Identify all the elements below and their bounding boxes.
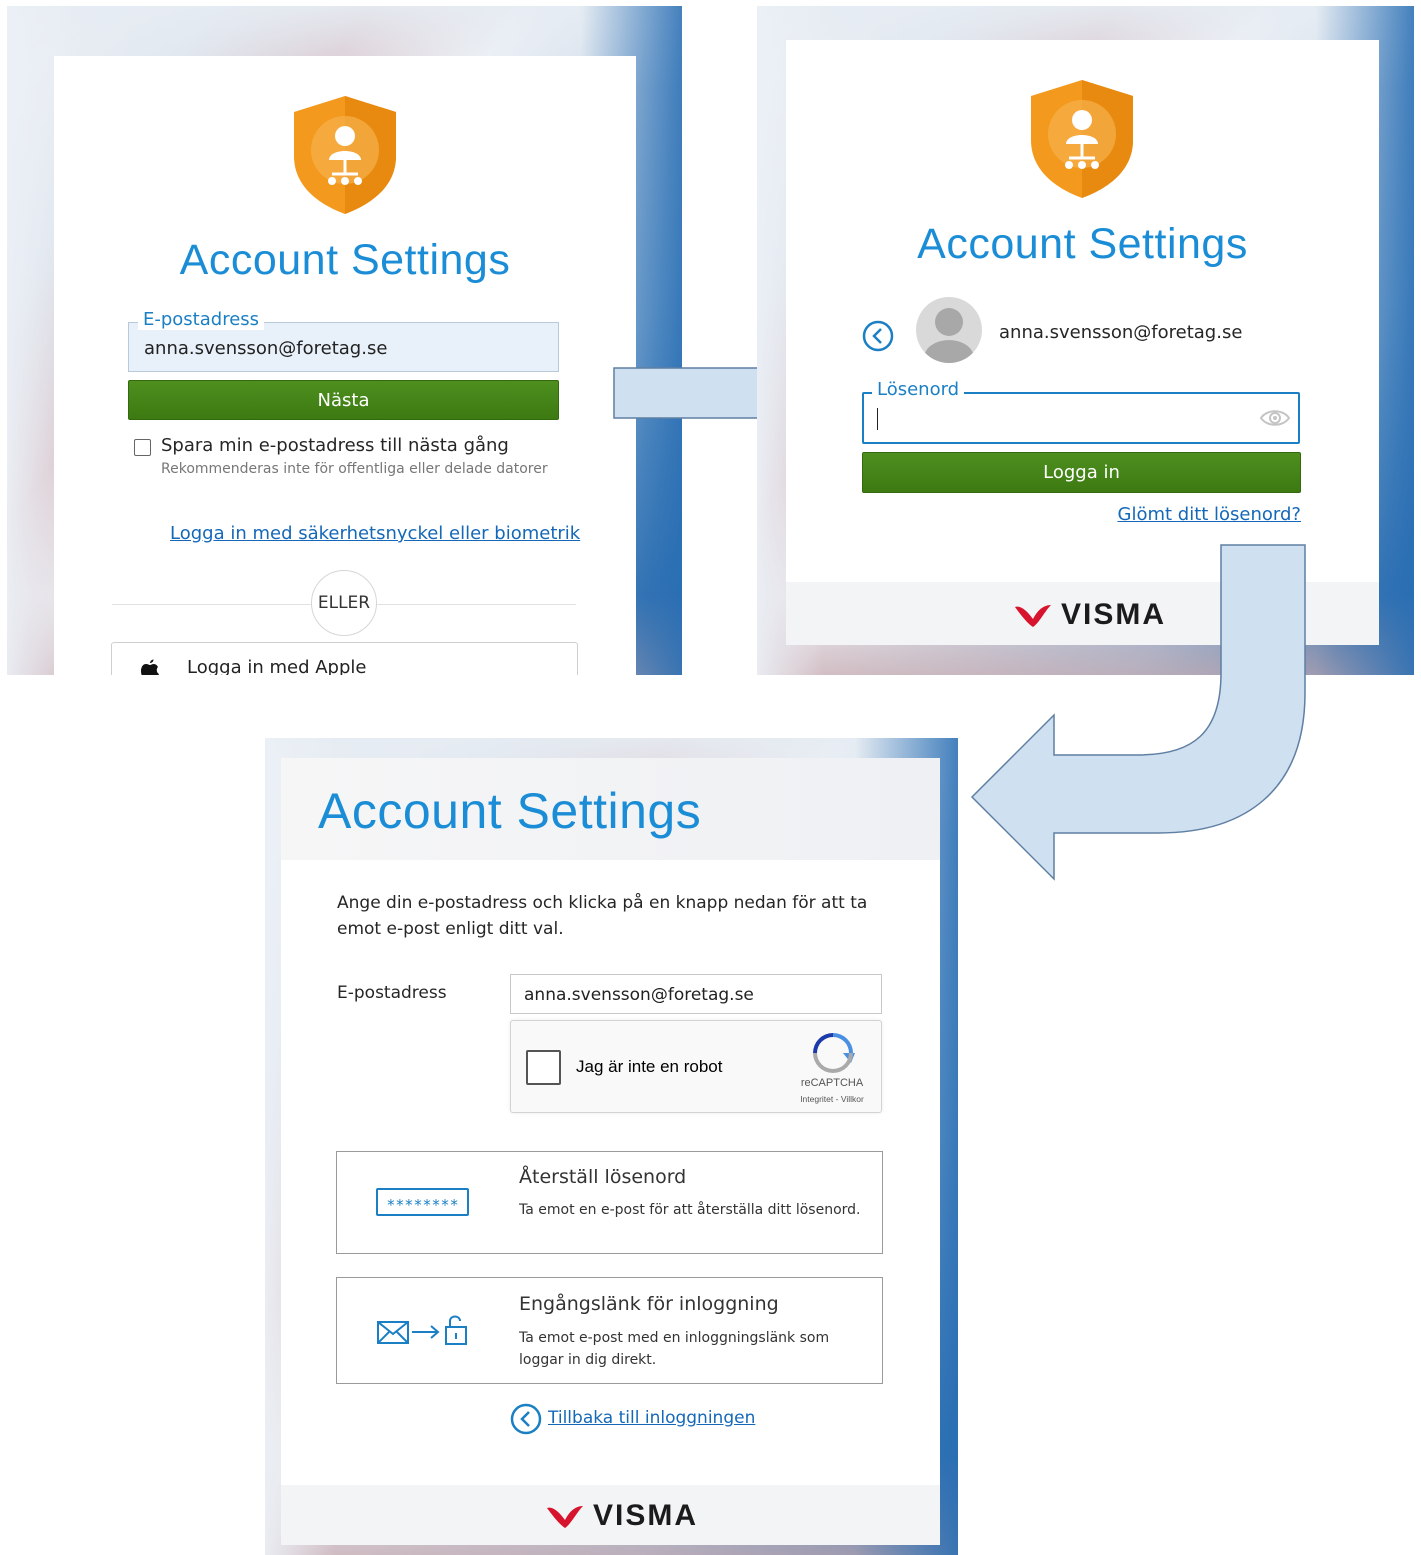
remember-checkbox[interactable] <box>134 439 151 456</box>
email-input-value: anna.svensson@foretag.se <box>524 985 754 1005</box>
recaptcha-label: Jag är inte en robot <box>576 1057 723 1076</box>
shield-user-icon <box>294 96 396 214</box>
shield-user-icon <box>1031 80 1133 198</box>
page-title: Account Settings <box>318 783 702 839</box>
user-email: anna.svensson@foretag.se <box>999 322 1243 343</box>
recaptcha-checkbox[interactable] <box>526 1050 561 1085</box>
email-label: E-postadress <box>337 983 447 1003</box>
login-button[interactable]: Logga in <box>862 452 1301 493</box>
recaptcha-widget: Jag är inte en robot reCAPTCHA Integrite… <box>510 1020 882 1113</box>
page-title: Account Settings <box>917 220 1248 268</box>
email-field[interactable]: anna.svensson@foretag.se <box>144 338 387 359</box>
page-title: Account Settings <box>179 236 511 284</box>
panel3-recovery-card: Account Settings Ange din e-postadress o… <box>281 758 940 1545</box>
text-cursor <box>877 408 878 430</box>
security-key-link[interactable]: Logga in med säkerhetsnyckel eller biome… <box>170 523 580 544</box>
next-button[interactable]: Nästa <box>128 380 559 420</box>
footer-band: VISMA <box>281 1485 940 1545</box>
password-field-icon: ******** <box>376 1188 469 1216</box>
flow-arrow-curved-icon <box>970 544 1306 881</box>
forgot-password-link[interactable]: Glömt ditt lösenord? <box>1118 504 1302 525</box>
email-legend: E-postadress <box>138 309 265 330</box>
magic-link-option[interactable]: Engångslänk för inloggning Ta emot e-pos… <box>336 1277 883 1384</box>
remember-label[interactable]: Spara min e-postadress till nästa gång <box>161 435 509 456</box>
apple-icon <box>141 659 159 675</box>
visma-logo-icon <box>547 1506 583 1528</box>
password-mask-text: ******** <box>386 1195 459 1214</box>
intro-text: Ange din e-postadress och klicka på en k… <box>337 893 868 939</box>
eye-icon[interactable] <box>1259 408 1291 428</box>
reset-password-option[interactable]: ******** Återställ lösenord Ta emot en e… <box>336 1151 883 1254</box>
password-legend: Lösenord <box>872 380 965 400</box>
back-to-login-link[interactable]: Tillbaka till inloggningen <box>548 1408 755 1428</box>
back-circle-icon[interactable] <box>862 320 894 352</box>
magic-link-option-description: Ta emot e-post med en inloggningslänk so… <box>519 1330 830 1368</box>
recaptcha-terms[interactable]: Integritet - Villkor <box>787 1094 877 1104</box>
reset-option-description: Ta emot en e-post för att återställa dit… <box>519 1202 861 1218</box>
visma-brand-text: VISMA <box>593 1499 699 1532</box>
visma-logo: VISMA <box>545 1499 698 1533</box>
apple-login-button[interactable]: Logga in med Apple <box>111 642 578 675</box>
email-input[interactable]: anna.svensson@foretag.se <box>510 974 882 1014</box>
panel1-login-card: Account Settings anna.svensson@foretag.s… <box>54 56 636 675</box>
magic-link-option-title: Engångslänk för inloggning <box>519 1293 779 1315</box>
apple-login-label: Logga in med Apple <box>187 657 367 675</box>
mail-to-unlock-icon <box>377 1315 467 1345</box>
or-divider-badge: ELLER <box>311 570 377 636</box>
reset-option-title: Återställ lösenord <box>519 1166 687 1188</box>
recaptcha-icon <box>813 1033 855 1073</box>
remember-hint: Rekommenderas inte för offentliga eller … <box>161 461 548 477</box>
recaptcha-brand: reCAPTCHA <box>800 1077 864 1089</box>
back-circle-icon[interactable] <box>510 1403 542 1435</box>
avatar-icon <box>916 297 982 363</box>
